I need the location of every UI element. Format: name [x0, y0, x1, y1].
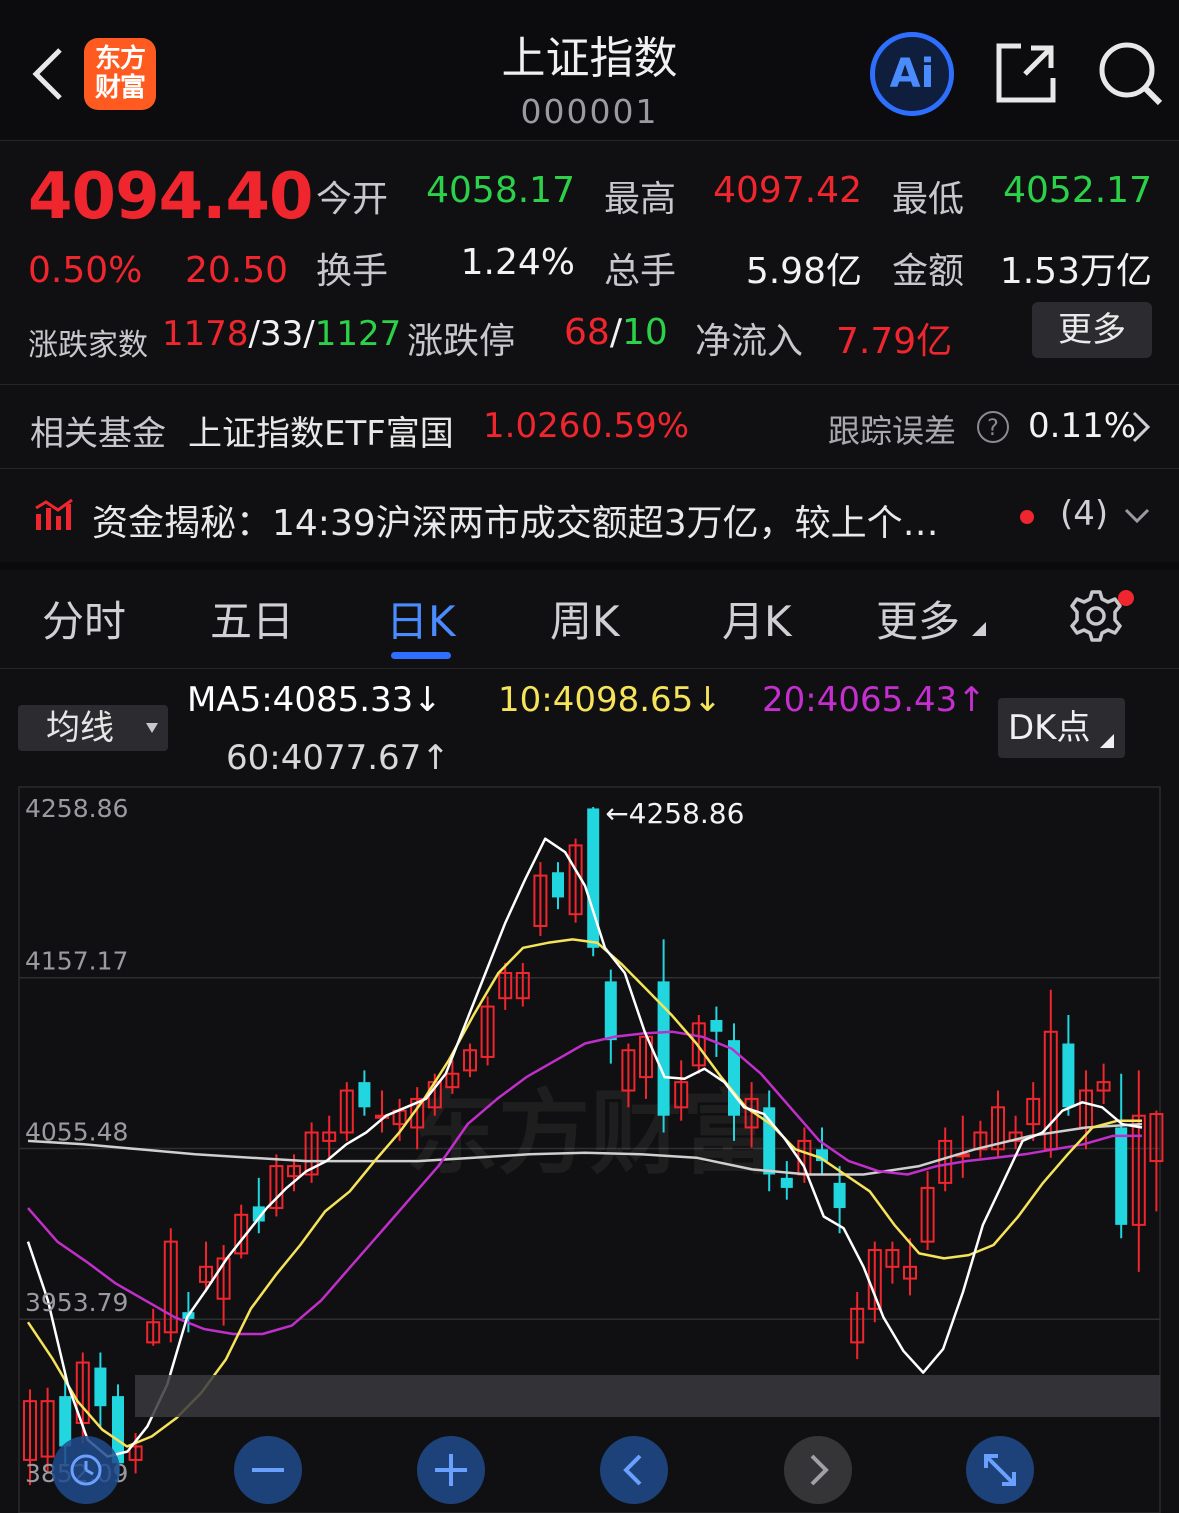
candle-down — [1115, 1127, 1128, 1225]
limit-label: 涨跌停 — [407, 321, 516, 362]
fund-name: 上证指数ETF富国 — [188, 414, 454, 454]
news-count: (4) — [1060, 494, 1109, 534]
ma10-line — [26, 938, 1142, 1448]
change-percent: 0.50% — [28, 250, 143, 291]
zoom-in-button[interactable] — [417, 1436, 485, 1504]
unread-dot — [1020, 510, 1034, 524]
breadth-up: 1178 — [162, 314, 249, 354]
turnover-value: 1.24% — [460, 242, 575, 283]
chevron-right-icon — [1132, 411, 1151, 443]
netflow-label: 净流入 — [695, 321, 804, 362]
dropdown-caret-icon — [146, 723, 158, 733]
tab-weekly-k[interactable]: 周K — [550, 588, 620, 649]
scroll-bar[interactable] — [135, 1375, 1160, 1417]
high-value: 4097.42 — [713, 170, 862, 211]
tab-monthly-k[interactable]: 月K — [722, 588, 792, 649]
tab-five-day[interactable]: 五日 — [210, 588, 294, 649]
right-icon — [810, 1454, 829, 1486]
y-tick-label: 4055.48 — [25, 1117, 128, 1146]
y-tick-label: 4258.86 — [25, 794, 128, 823]
last-price: 4094.40 — [28, 160, 313, 234]
tab-intraday[interactable]: 分时 — [42, 588, 126, 649]
fund-label: 相关基金 — [30, 414, 166, 454]
candle-down — [552, 872, 564, 898]
zoom-in-icon — [435, 1454, 467, 1486]
svg-text:?: ? — [987, 416, 999, 441]
high-label: 最高 — [604, 179, 677, 220]
settings-icon[interactable] — [1068, 588, 1124, 644]
dk-point-button[interactable]: DK点 — [998, 698, 1125, 758]
change-amount: 20.50 — [185, 250, 289, 291]
ma-select-label: 均线 — [46, 708, 114, 748]
dk-caret-icon — [1100, 734, 1114, 748]
dk-label: DK点 — [1008, 708, 1091, 748]
chevron-down-icon[interactable] — [1124, 508, 1150, 524]
capital-flow-icon — [35, 498, 73, 530]
candle-down — [604, 981, 617, 1041]
tab-more-caret-icon — [972, 622, 986, 636]
search-icon[interactable] — [1097, 40, 1165, 108]
tab-more[interactable]: 更多 — [876, 588, 960, 649]
candle-down — [780, 1177, 793, 1188]
zoom-out-button[interactable] — [234, 1436, 302, 1504]
help-icon[interactable]: ? — [976, 410, 1010, 444]
history-button[interactable] — [52, 1436, 120, 1504]
y-tick-label: 3953.79 — [25, 1288, 128, 1317]
y-tick-label: 4157.17 — [25, 947, 128, 976]
kline-chart[interactable]: 东方财富 4258.864157.174055.483953.793852.09… — [0, 770, 1179, 1513]
ai-label: Ai — [889, 51, 935, 97]
news-text: 资金揭秘：14:39沪深两市成交额超3万亿，较上个… — [92, 503, 939, 544]
zoom-out-icon — [252, 1468, 284, 1472]
volume-value: 5.98亿 — [745, 251, 862, 292]
breadth-label: 涨跌家数 — [28, 328, 148, 363]
active-tab-indicator — [391, 652, 451, 659]
history-icon — [70, 1454, 102, 1486]
open-value: 4058.17 — [426, 170, 575, 211]
quote-more-button[interactable]: 更多 — [1032, 302, 1152, 358]
tab-daily-k[interactable]: 日K — [386, 588, 456, 649]
ma10-value: 10:4098.65↓ — [498, 680, 722, 720]
candle-down — [94, 1367, 107, 1407]
limit-down: 10 — [621, 312, 668, 353]
breadth-values: 1178/33/1127 — [162, 314, 402, 354]
ma-select[interactable]: 均线 — [18, 705, 168, 751]
open-label: 今开 — [316, 179, 389, 220]
candle-down — [833, 1182, 846, 1209]
ma5-value: MA5:4085.33↓ — [187, 680, 442, 720]
scroll-left-button[interactable] — [600, 1436, 668, 1504]
breadth-down: 1127 — [314, 314, 402, 354]
candle-down — [1062, 1043, 1075, 1108]
fund-price: 1.026 — [483, 406, 581, 446]
breadth-flat: 33 — [260, 314, 304, 354]
limit-up: 68 — [564, 312, 610, 353]
fullscreen-icon — [984, 1454, 1016, 1486]
volume-label: 总手 — [604, 251, 677, 292]
related-fund-row[interactable]: 相关基金 上证指数ETF富国 1.026 0.59% 跟踪误差 ? 0.11% — [0, 384, 1179, 468]
app-header: 东方 财富 上证指数 000001 Ai — [0, 0, 1179, 140]
left-icon — [623, 1454, 642, 1486]
tracking-value: 0.11% — [1028, 406, 1137, 446]
max-marker: ←4258.86 — [605, 797, 744, 830]
amount-value: 1.53万亿 — [999, 251, 1152, 292]
candle-down — [710, 1020, 723, 1032]
ai-button[interactable]: Ai — [870, 32, 954, 116]
netflow-value: 7.79亿 — [836, 321, 953, 362]
turnover-label: 换手 — [316, 251, 389, 292]
settings-badge — [1118, 590, 1134, 606]
tracking-label: 跟踪误差 — [828, 412, 957, 450]
candle-down — [763, 1107, 776, 1175]
candle-down — [358, 1082, 371, 1108]
low-label: 最低 — [892, 179, 965, 220]
scroll-right-button[interactable] — [784, 1436, 852, 1504]
fund-percent: 0.59% — [581, 406, 690, 446]
max-price-label: ←4258.86 — [605, 797, 744, 830]
news-ticker[interactable]: 资金揭秘：14:39沪深两市成交额超3万亿，较上个… (4) — [0, 468, 1179, 562]
share-icon[interactable] — [995, 42, 1057, 104]
fullscreen-button[interactable] — [966, 1436, 1034, 1504]
low-value: 4052.17 — [1003, 170, 1152, 211]
limit-values: 68/10 — [564, 312, 668, 353]
amount-label: 金额 — [892, 251, 965, 292]
ma20-value: 20:4065.43↑ — [762, 680, 986, 720]
